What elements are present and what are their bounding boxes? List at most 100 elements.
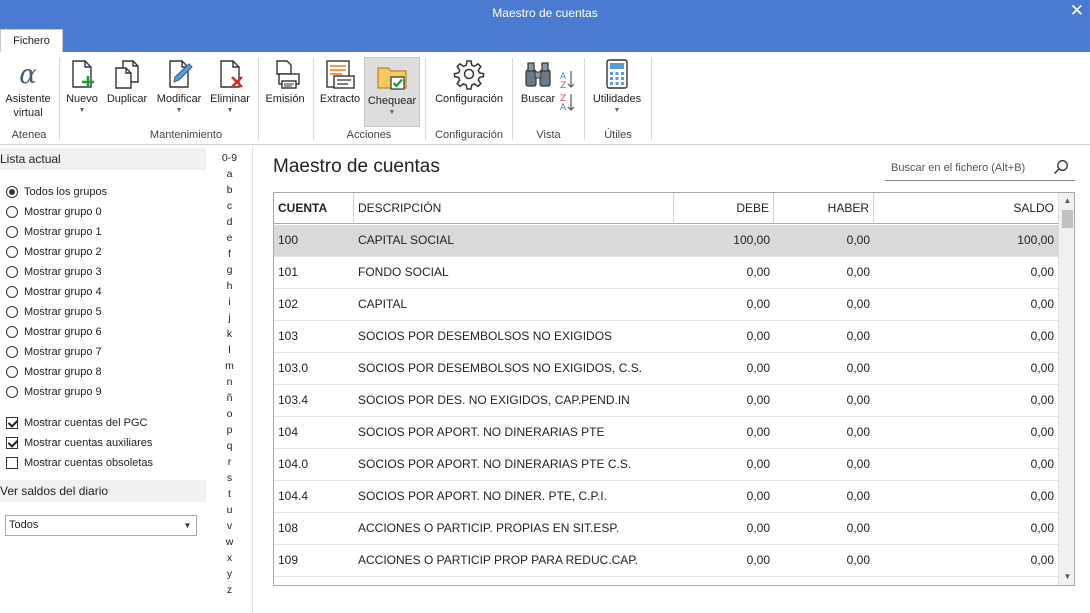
letter-index-item[interactable]: c [207,200,252,212]
chequear-button[interactable]: Chequear ▼ [364,57,420,127]
radio-group-option[interactable]: Mostrar grupo 2 [6,243,102,261]
column-header-cuenta[interactable]: CUENTA [274,193,354,224]
extracto-button[interactable]: Extracto [318,56,362,106]
checkbox[interactable] [6,457,18,469]
radio-group-option[interactable]: Mostrar grupo 5 [6,303,102,321]
letter-index-item[interactable]: f [207,248,252,260]
radio-group-option[interactable]: Mostrar grupo 7 [6,343,102,361]
table-row[interactable]: 103.4 SOCIOS POR DES. NO EXIGIDOS, CAP.PE… [274,385,1058,417]
radio-group-option[interactable]: Mostrar grupo 1 [6,223,102,241]
letter-index-item[interactable]: g [207,264,252,276]
cell-cuenta: 109 [278,553,299,567]
letter-index-item[interactable]: x [207,552,252,564]
letter-index-item[interactable]: y [207,568,252,580]
search-icon[interactable] [1053,159,1069,175]
letter-index-item[interactable]: o [207,408,252,420]
letter-index-item[interactable]: v [207,520,252,532]
letter-index-item[interactable]: l [207,344,252,356]
column-header-haber[interactable]: HABER [774,193,874,224]
radio-circle[interactable] [6,386,18,398]
radio-group-option[interactable]: Mostrar grupo 3 [6,263,102,281]
cell-descripcion: SOCIOS POR APORT. NO DINER. PTE, C.P.I. [358,489,607,503]
radio-circle[interactable] [6,206,18,218]
checkbox-option[interactable]: Mostrar cuentas del PGC [6,414,148,432]
letter-index-item[interactable]: a [207,168,252,180]
letter-index-item[interactable]: j [207,312,252,324]
letter-index-item[interactable]: d [207,216,252,228]
radio-circle[interactable] [6,186,18,198]
table-row[interactable]: 108 ACCIONES O PARTICIP. PROPIAS EN SIT.E… [274,513,1058,545]
letter-index-item[interactable]: k [207,328,252,340]
column-header-descripcion[interactable]: DESCRIPCIÓN [354,193,674,224]
radio-group-option[interactable]: Mostrar grupo 8 [6,363,102,381]
radio-circle[interactable] [6,366,18,378]
utilidades-button[interactable]: Utilidades ▼ [589,56,645,116]
saldos-select[interactable]: Todos ▼ [5,515,197,536]
letter-index-item[interactable]: 0-9 [207,152,252,164]
eliminar-button[interactable]: Eliminar ▼ [208,56,252,116]
letter-index-item[interactable]: t [207,488,252,500]
table-row[interactable]: 100 CAPITAL SOCIAL 100,00 0,00 100,00 [274,225,1058,257]
checkbox-option[interactable]: Mostrar cuentas auxiliares [6,434,152,452]
vertical-scrollbar[interactable]: ▲ ▼ [1058,193,1074,585]
radio-group-option[interactable]: Todos los grupos [6,183,107,201]
column-header-debe[interactable]: DEBE [674,193,774,224]
letter-index-item[interactable]: z [207,584,252,596]
emision-button[interactable]: Emisión [263,56,307,106]
letter-index-item[interactable]: p [207,424,252,436]
letter-index-item[interactable]: i [207,296,252,308]
table-row[interactable]: 103.0 SOCIOS POR DESEMBOLSOS NO EXIGIDOS,… [274,353,1058,385]
modificar-button[interactable]: Modificar ▼ [153,56,205,116]
radio-label: Mostrar grupo 2 [24,246,102,258]
radio-group-option[interactable]: Mostrar grupo 9 [6,383,102,401]
configuracion-button[interactable]: Configuración [430,56,508,106]
table-row[interactable]: 109 ACCIONES O PARTICIP PROP PARA REDUC.C… [274,545,1058,577]
scroll-down-icon[interactable]: ▼ [1059,569,1074,585]
table-row[interactable]: 104.0 SOCIOS POR APORT. NO DINERARIAS PTE… [274,449,1058,481]
cell-saldo: 0,00 [1030,489,1054,503]
search-input[interactable]: Buscar en el fichero (Alt+B) [885,155,1075,181]
radio-circle[interactable] [6,286,18,298]
radio-label: Mostrar grupo 3 [24,266,102,278]
letter-index-item[interactable]: n [207,376,252,388]
cell-debe: 0,00 [746,489,770,503]
duplicar-button[interactable]: Duplicar [104,56,150,106]
table-row[interactable]: 104 SOCIOS POR APORT. NO DINERARIAS PTE 0,… [274,417,1058,449]
nuevo-button[interactable]: Nuevo ▼ [63,56,101,116]
radio-circle[interactable] [6,306,18,318]
scroll-thumb[interactable] [1062,210,1073,228]
letter-index-item[interactable]: b [207,184,252,196]
radio-group-option[interactable]: Mostrar grupo 4 [6,283,102,301]
tab-fichero[interactable]: Fichero [0,29,63,52]
checkbox-option[interactable]: Mostrar cuentas obsoletas [6,454,153,472]
table-row[interactable]: 104.4 SOCIOS POR APORT. NO DINER. PTE, C.… [274,481,1058,513]
radio-circle[interactable] [6,326,18,338]
radio-circle[interactable] [6,266,18,278]
scroll-up-icon[interactable]: ▲ [1059,193,1074,209]
letter-index-item[interactable]: h [207,280,252,292]
letter-index-item[interactable]: q [207,440,252,452]
letter-index-item[interactable]: s [207,472,252,484]
column-header-saldo[interactable]: SALDO [874,193,1058,224]
radio-group-option[interactable]: Mostrar grupo 6 [6,323,102,341]
letter-index-item[interactable]: ñ [207,392,252,404]
checkbox[interactable] [6,437,18,449]
letter-index-item[interactable]: m [207,360,252,372]
table-row[interactable]: 102 CAPITAL 0,00 0,00 0,00 [274,289,1058,321]
sort-icon[interactable]: A Z Z A [559,68,577,114]
radio-group-option[interactable]: Mostrar grupo 0 [6,203,102,221]
asistente-virtual-button[interactable]: α Asistente virtual [2,56,54,120]
letter-index-item[interactable]: w [207,536,252,548]
radio-circle[interactable] [6,246,18,258]
letter-index-item[interactable]: u [207,504,252,516]
table-row[interactable]: 103 SOCIOS POR DESEMBOLSOS NO EXIGIDOS 0,0… [274,321,1058,353]
lista-actual-heading: Lista actual [0,148,206,170]
radio-circle[interactable] [6,226,18,238]
radio-circle[interactable] [6,346,18,358]
table-row[interactable]: 101 FONDO SOCIAL 0,00 0,00 0,00 [274,257,1058,289]
checkbox[interactable] [6,417,18,429]
letter-index-item[interactable]: r [207,456,252,468]
letter-index-item[interactable]: e [207,232,252,244]
close-icon[interactable]: ✕ [1070,1,1084,21]
buscar-button[interactable]: Buscar [518,56,558,106]
